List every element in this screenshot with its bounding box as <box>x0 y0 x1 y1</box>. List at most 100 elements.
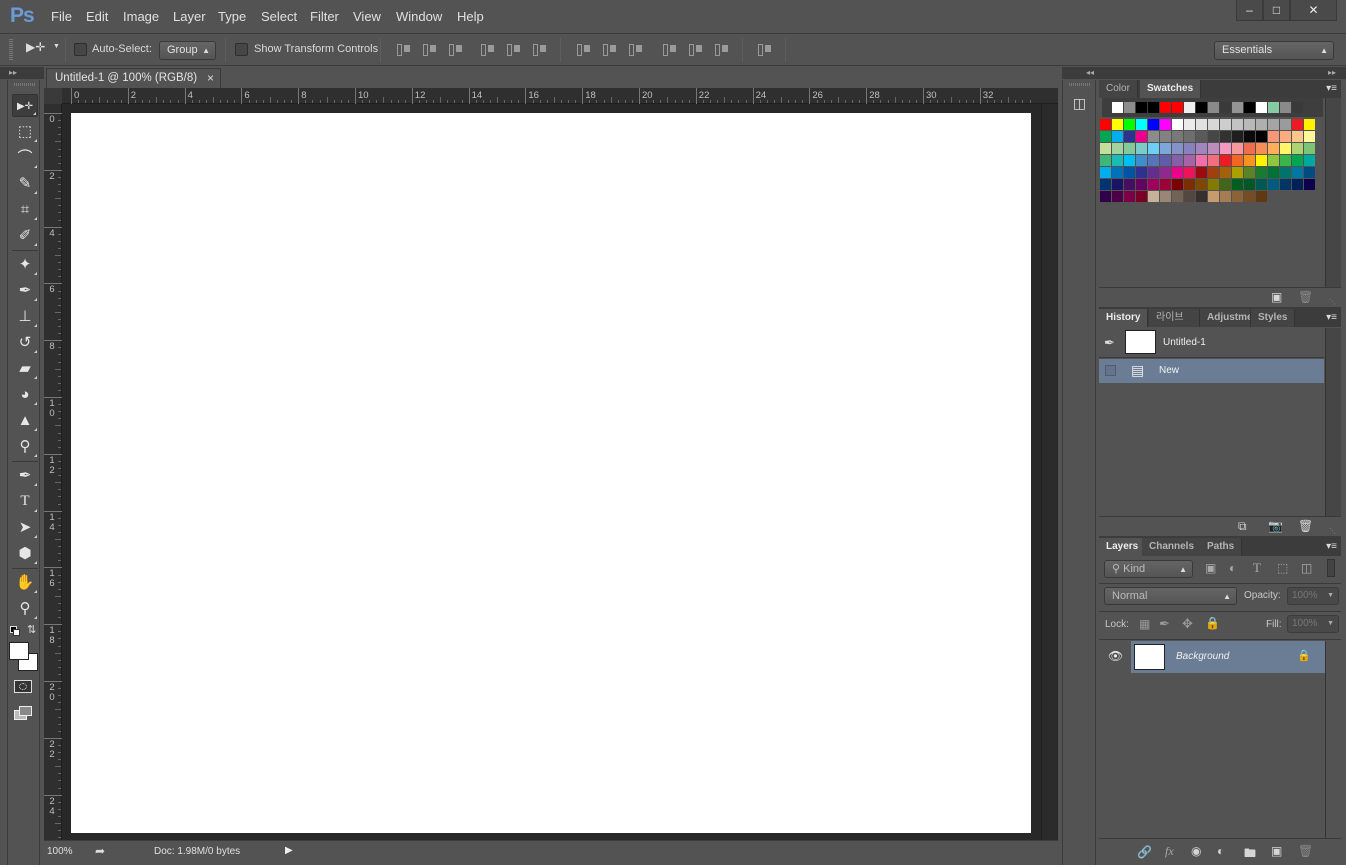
collapse-panels-chevron-icon[interactable]: ▸▸ <box>1328 67 1336 79</box>
swatch[interactable] <box>1100 167 1111 178</box>
swatch[interactable] <box>1280 119 1291 130</box>
swatch[interactable] <box>1280 179 1291 190</box>
filter-pixel-layers-icon[interactable]: ▣ <box>1205 561 1216 575</box>
recent-swatch[interactable] <box>1184 102 1195 113</box>
move-tool-preset-icon[interactable]: ▶✛ <box>26 40 45 54</box>
swatch[interactable] <box>1160 167 1171 178</box>
swatch[interactable] <box>1220 191 1231 202</box>
swatches-scrollbar[interactable] <box>1325 98 1341 287</box>
lock-position-icon[interactable]: ✥ <box>1182 616 1193 632</box>
swatch[interactable] <box>1172 179 1183 190</box>
swatch[interactable] <box>1136 155 1147 166</box>
swatch[interactable] <box>1244 119 1255 130</box>
close-window-button[interactable]: ✕ <box>1290 0 1337 21</box>
swatch[interactable] <box>1232 131 1243 142</box>
swatch[interactable] <box>1160 191 1171 202</box>
swatch[interactable] <box>1160 143 1171 154</box>
swatch[interactable] <box>1136 119 1147 130</box>
rectangular-marquee-tool-icon[interactable]: ⬚ <box>12 120 38 143</box>
swatch[interactable] <box>1124 143 1135 154</box>
swatch[interactable] <box>1172 191 1183 202</box>
menu-view[interactable]: View <box>353 9 381 24</box>
swatch[interactable] <box>1304 131 1315 142</box>
swatch[interactable] <box>1268 131 1279 142</box>
lock-image-pixels-icon[interactable]: ✒ <box>1159 616 1170 632</box>
align-right-edges-icon[interactable] <box>530 42 548 58</box>
lasso-tool-icon[interactable]: ⌒ <box>12 146 38 169</box>
swatch[interactable] <box>1100 131 1111 142</box>
align-top-edges-icon[interactable] <box>394 42 412 58</box>
swatch[interactable] <box>1184 155 1195 166</box>
swap-colors-icon[interactable]: ⇅ <box>27 623 36 636</box>
swatch[interactable] <box>1172 155 1183 166</box>
recent-swatch[interactable] <box>1196 102 1207 113</box>
history-brush-source-checkbox[interactable] <box>1105 365 1116 376</box>
swatch[interactable] <box>1280 131 1291 142</box>
filter-toggle-switch[interactable] <box>1327 559 1335 577</box>
swatch[interactable] <box>1244 191 1255 202</box>
eraser-tool-icon[interactable]: ▰ <box>12 357 38 380</box>
lock-all-icon[interactable]: 🔒 <box>1205 616 1220 630</box>
swatch[interactable] <box>1160 179 1171 190</box>
new-layer-icon[interactable]: ▣ <box>1271 844 1282 858</box>
swatch[interactable] <box>1268 119 1279 130</box>
filter-shape-layers-icon[interactable]: ⬚ <box>1277 561 1288 575</box>
swatch[interactable] <box>1292 143 1303 154</box>
swatch[interactable] <box>1100 155 1111 166</box>
layer-name[interactable]: Background <box>1176 651 1229 662</box>
swatch[interactable] <box>1220 155 1231 166</box>
swatch[interactable] <box>1196 191 1207 202</box>
opacity-field[interactable]: 100% ▼ <box>1287 587 1339 605</box>
auto-select-mode-dropdown[interactable]: Group ▲ <box>159 41 216 60</box>
menu-layer[interactable]: Layer <box>173 9 206 24</box>
blur-tool-icon[interactable]: ▲ <box>12 409 38 432</box>
delete-layer-trash-icon[interactable]: 🗑 <box>1298 844 1313 858</box>
recent-swatch[interactable] <box>1292 102 1303 113</box>
swatch[interactable] <box>1124 179 1135 190</box>
chevron-down-icon[interactable]: ▼ <box>1327 616 1334 632</box>
recent-swatch[interactable] <box>1232 102 1243 113</box>
swatch[interactable] <box>1268 143 1279 154</box>
swatch[interactable] <box>1208 119 1219 130</box>
swatch[interactable] <box>1268 155 1279 166</box>
distribute-right-edges-icon[interactable] <box>712 42 730 58</box>
recent-swatch[interactable] <box>1220 102 1231 113</box>
recent-swatch[interactable] <box>1172 102 1183 113</box>
history-state-new[interactable]: ▤ New <box>1099 359 1324 383</box>
menu-select[interactable]: Select <box>261 9 297 24</box>
swatch[interactable] <box>1100 191 1111 202</box>
swatch[interactable] <box>1280 155 1291 166</box>
swatch[interactable] <box>1220 167 1231 178</box>
swatch[interactable] <box>1136 167 1147 178</box>
swatch[interactable] <box>1160 119 1171 130</box>
swatch[interactable] <box>1292 155 1303 166</box>
recent-swatch[interactable] <box>1280 102 1291 113</box>
clone-stamp-tool-icon[interactable]: ⊥ <box>12 305 38 328</box>
swatch[interactable] <box>1256 155 1267 166</box>
canvas[interactable] <box>71 113 1031 833</box>
minimize-button[interactable]: – <box>1236 0 1263 21</box>
distribute-bottom-edges-icon[interactable] <box>626 42 644 58</box>
swatch[interactable] <box>1280 167 1291 178</box>
swatch[interactable] <box>1208 143 1219 154</box>
recent-swatch[interactable] <box>1148 102 1159 113</box>
panel-collapse-strip[interactable]: ◂◂ ▸▸ <box>1062 67 1346 79</box>
history-brush-tool-icon[interactable]: ↺ <box>12 331 38 354</box>
menu-edit[interactable]: Edit <box>86 9 108 24</box>
crop-tool-icon[interactable]: ⌗ <box>12 198 38 221</box>
ruler-origin[interactable] <box>44 88 62 104</box>
resize-grip-icon[interactable]: ⋱ <box>1329 527 1336 535</box>
layer-row-background[interactable]: 👁 Background 🔒 <box>1099 641 1325 673</box>
swatch[interactable] <box>1124 155 1135 166</box>
swatch[interactable] <box>1136 179 1147 190</box>
filter-kind-dropdown[interactable]: ⚲ Kind ▲ <box>1104 560 1193 578</box>
auto-select-checkbox[interactable] <box>74 43 87 56</box>
link-layers-icon[interactable]: 🔗 <box>1137 845 1152 859</box>
show-transform-controls-checkbox[interactable] <box>235 43 248 56</box>
swatch[interactable] <box>1208 131 1219 142</box>
swatch[interactable] <box>1148 167 1159 178</box>
filter-smart-objects-icon[interactable]: ◫ <box>1301 561 1312 575</box>
brush-tool-icon[interactable]: ✒ <box>12 279 38 302</box>
swatch[interactable] <box>1124 119 1135 130</box>
eyedropper-tool-icon[interactable]: ✐ <box>12 224 38 247</box>
